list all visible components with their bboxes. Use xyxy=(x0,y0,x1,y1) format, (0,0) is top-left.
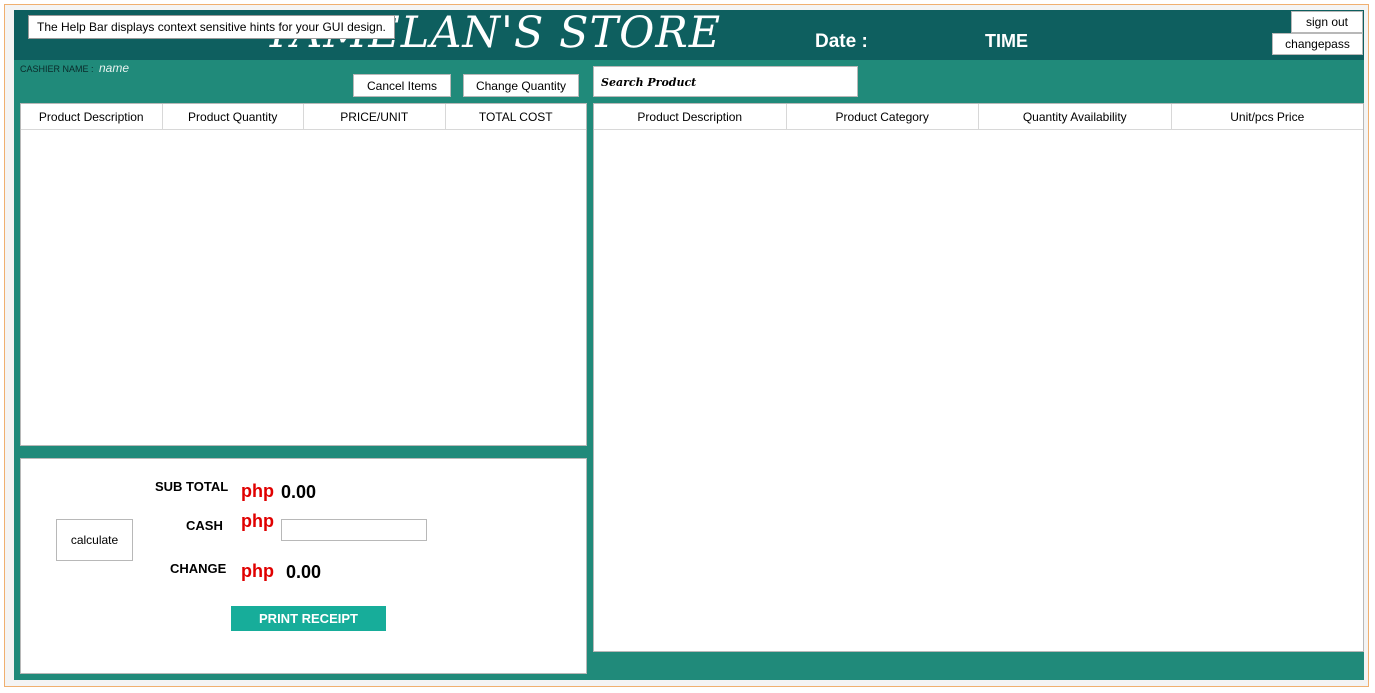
cart-table[interactable]: Product Description Product Quantity PRI… xyxy=(20,103,587,446)
print-receipt-button[interactable]: PRINT RECEIPT xyxy=(231,606,386,631)
product-table[interactable]: Product Description Product Category Qua… xyxy=(593,103,1364,652)
change-currency: php xyxy=(241,561,274,581)
cash-currency: php xyxy=(241,511,274,531)
cart-col-quantity[interactable]: Product Quantity xyxy=(163,104,304,129)
product-col-category[interactable]: Product Category xyxy=(787,104,979,129)
cart-col-price-unit[interactable]: PRICE/UNIT xyxy=(304,104,446,129)
subtotal-value: 0.00 xyxy=(281,482,317,502)
product-table-header: Product Description Product Category Qua… xyxy=(594,104,1363,130)
cash-input[interactable] xyxy=(281,519,427,541)
search-product-input[interactable]: Search Product xyxy=(593,66,858,97)
sign-out-button[interactable]: sign out xyxy=(1291,11,1363,33)
subtotal-label: SUB TOTAL xyxy=(155,479,229,494)
change-quantity-button[interactable]: Change Quantity xyxy=(463,74,579,97)
cash-label: CASH xyxy=(186,518,223,533)
time-label: TIME xyxy=(985,31,1028,51)
cart-col-description[interactable]: Product Description xyxy=(21,104,163,129)
cart-col-total-cost[interactable]: TOTAL COST xyxy=(446,104,587,129)
change-label: CHANGE xyxy=(170,561,227,576)
product-col-availability[interactable]: Quantity Availability xyxy=(979,104,1172,129)
calculate-button[interactable]: calculate xyxy=(56,519,133,561)
cart-table-header: Product Description Product Quantity PRI… xyxy=(21,104,586,130)
cashier-name-label: CASHIER NAME : xyxy=(20,64,94,74)
product-col-price[interactable]: Unit/pcs Price xyxy=(1172,104,1364,129)
cashier-name-value: name xyxy=(99,61,130,75)
window-frame: TAMELAN'S STORE The Help Bar displays co… xyxy=(4,4,1369,687)
header-bar: TAMELAN'S STORE The Help Bar displays co… xyxy=(14,8,1364,60)
help-tooltip: The Help Bar displays context sensitive … xyxy=(28,15,395,39)
change-password-button[interactable]: changepass xyxy=(1272,33,1363,55)
change-value: 0.00 xyxy=(286,562,322,582)
subtotal-currency: php xyxy=(241,481,274,501)
product-col-description[interactable]: Product Description xyxy=(594,104,787,129)
cancel-items-button[interactable]: Cancel Items xyxy=(353,74,451,97)
payment-panel: calculate SUB TOTAL php 0.00 CASH php CH… xyxy=(20,458,587,674)
app-container: TAMELAN'S STORE The Help Bar displays co… xyxy=(14,8,1364,680)
date-label: Date : xyxy=(815,31,868,52)
